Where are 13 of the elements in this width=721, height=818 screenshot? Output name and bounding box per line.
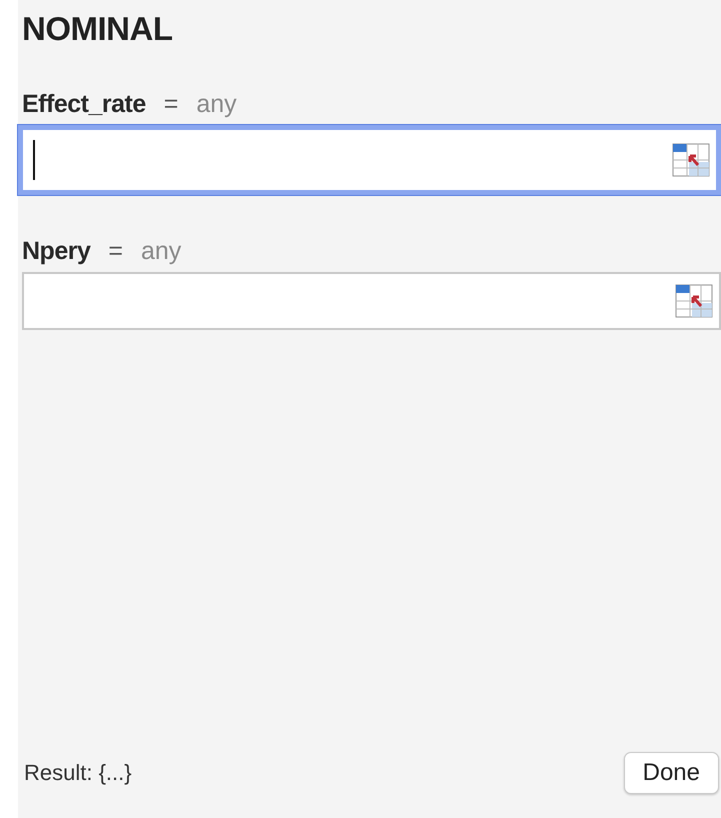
argument-type: any (140, 237, 182, 266)
cell-reference-icon[interactable] (675, 284, 713, 318)
cell-reference-icon[interactable] (672, 143, 710, 177)
argument-field[interactable] (18, 125, 721, 195)
argument-name: Npery (22, 237, 90, 266)
result-text: Result: {...} (24, 760, 132, 786)
argument-field[interactable] (22, 272, 721, 330)
equals-sign: = (108, 237, 123, 266)
equals-sign: = (164, 90, 178, 119)
argument-type: any (196, 90, 237, 119)
function-title: NOMINAL (22, 10, 174, 48)
argument-name: Effect_rate (22, 90, 146, 119)
done-button[interactable]: Done (624, 752, 719, 794)
